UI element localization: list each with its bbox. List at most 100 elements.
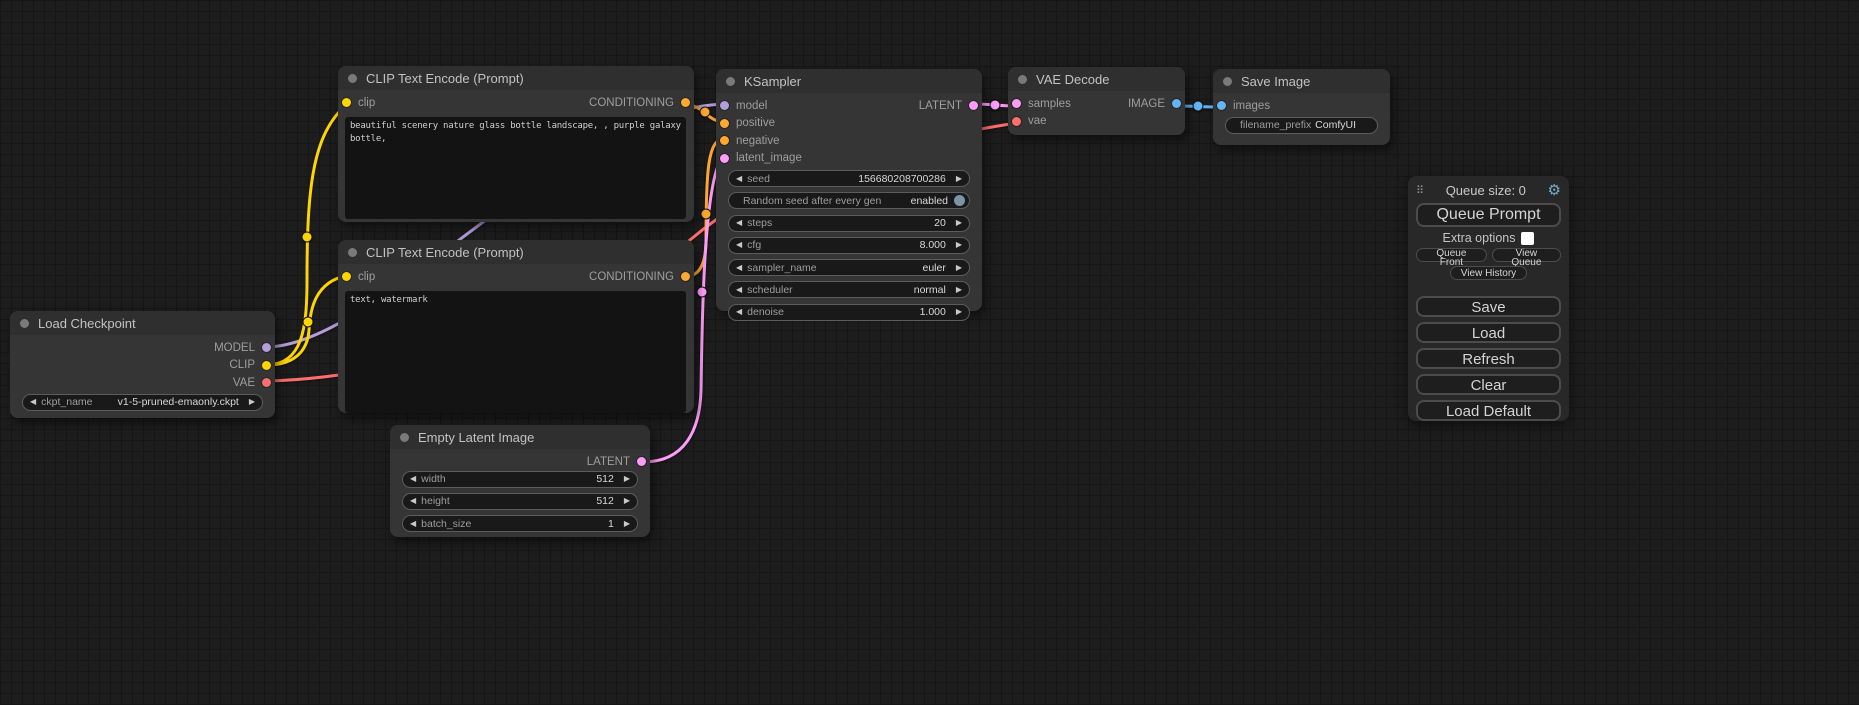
model-input-port[interactable] [720,101,729,110]
clip-input-port[interactable] [342,272,351,281]
steps-widget[interactable]: ◀ steps 20 ▶ [728,215,970,232]
collapse-dot-icon[interactable] [726,77,735,86]
latent-image-input-port[interactable] [720,154,729,163]
node-titlebar[interactable]: CLIP Text Encode (Prompt) [338,66,694,90]
decrement-icon[interactable]: ◀ [410,520,416,528]
node-title: Load Checkpoint [38,316,136,331]
widget-label: ckpt_name [41,396,92,408]
vae-output-port[interactable] [262,378,271,387]
widget-label: steps [747,217,772,229]
increment-icon[interactable]: ▶ [249,398,255,406]
increment-icon[interactable]: ▶ [956,264,962,272]
collapse-dot-icon[interactable] [400,433,409,442]
queue-panel: ⠿ Queue size: 0 ⚙ Queue Prompt Extra opt… [1408,176,1569,421]
node-title: Empty Latent Image [418,430,534,445]
collapse-dot-icon[interactable] [348,248,357,257]
latent-output-port[interactable] [637,457,646,466]
node-titlebar[interactable]: Load Checkpoint [10,311,275,335]
latent-output-port[interactable] [969,101,978,110]
image-output-port[interactable] [1172,99,1181,108]
decrement-icon[interactable]: ◀ [736,308,742,316]
node-clip-text-encode-negative[interactable]: CLIP Text Encode (Prompt) clip CONDITION… [338,240,694,413]
queue-front-button[interactable]: Queue Front [1416,248,1487,262]
collapse-dot-icon[interactable] [1223,77,1232,86]
decrement-icon[interactable]: ◀ [736,286,742,294]
positive-input-port[interactable] [720,119,729,128]
clip-input-port[interactable] [342,98,351,107]
ckpt-name-widget[interactable]: ◀ ckpt_name v1-5-pruned-emaonly.ckpt ▶ [22,394,263,411]
increment-icon[interactable]: ▶ [624,520,630,528]
widget-label: seed [747,173,770,185]
decrement-icon[interactable]: ◀ [736,241,742,249]
vae-input-port[interactable] [1012,117,1021,126]
widget-value: 1.000 [920,306,946,318]
samples-input-port[interactable] [1012,99,1021,108]
node-titlebar[interactable]: VAE Decode [1008,67,1185,91]
collapse-dot-icon[interactable] [1018,75,1027,84]
collapse-dot-icon[interactable] [20,319,29,328]
node-graph-canvas[interactable]: Load Checkpoint MODEL CLIP VAE ◀ ckpt_na… [0,0,1859,705]
node-titlebar[interactable]: KSampler [716,69,982,93]
load-default-button[interactable]: Load Default [1416,400,1561,421]
view-history-button[interactable]: View History [1450,266,1527,280]
random-seed-widget[interactable]: Random seed after every gen enabled [728,192,970,209]
cfg-widget[interactable]: ◀ cfg 8.000 ▶ [728,237,970,254]
decrement-icon[interactable]: ◀ [410,475,416,483]
view-queue-button[interactable]: View Queue [1492,248,1561,262]
batch-size-widget[interactable]: ◀ batch_size 1 ▶ [402,515,638,532]
seed-widget[interactable]: ◀ seed 156680208700286 ▶ [728,170,970,187]
refresh-button[interactable]: Refresh [1416,348,1561,369]
node-ksampler[interactable]: KSampler model LATENT positive negative … [716,69,982,311]
node-titlebar[interactable]: Empty Latent Image [390,425,650,449]
decrement-icon[interactable]: ◀ [736,264,742,272]
decrement-icon[interactable]: ◀ [736,175,742,183]
decrement-icon[interactable]: ◀ [736,219,742,227]
input-label: vae [1028,115,1047,127]
node-save-image[interactable]: Save Image images filename_prefix ComfyU… [1213,69,1390,145]
model-output-port[interactable] [262,343,271,352]
increment-icon[interactable]: ▶ [956,175,962,183]
node-vae-decode[interactable]: VAE Decode samples IMAGE vae [1008,67,1185,135]
height-widget[interactable]: ◀ height 512 ▶ [402,493,638,510]
clear-button[interactable]: Clear [1416,374,1561,395]
input-label: images [1233,100,1270,112]
filename-prefix-widget[interactable]: filename_prefix ComfyUI [1225,117,1378,134]
input-label: clip [358,271,375,283]
conditioning-output-port[interactable] [681,98,690,107]
increment-icon[interactable]: ▶ [956,241,962,249]
node-load-checkpoint[interactable]: Load Checkpoint MODEL CLIP VAE ◀ ckpt_na… [10,311,275,418]
decrement-icon[interactable]: ◀ [410,497,416,505]
save-button[interactable]: Save [1416,296,1561,317]
node-titlebar[interactable]: CLIP Text Encode (Prompt) [338,240,694,264]
negative-input-port[interactable] [720,136,729,145]
clip-output-port[interactable] [262,361,271,370]
increment-icon[interactable]: ▶ [956,219,962,227]
settings-gear-icon[interactable]: ⚙ [1548,183,1561,198]
widget-label: batch_size [421,518,471,530]
drag-handle-icon[interactable]: ⠿ [1416,184,1424,197]
increment-icon[interactable]: ▶ [624,475,630,483]
increment-icon[interactable]: ▶ [624,497,630,505]
node-empty-latent-image[interactable]: Empty Latent Image LATENT ◀ width 512 ▶ … [390,425,650,537]
widget-value: 156680208700286 [858,173,946,185]
denoise-widget[interactable]: ◀ denoise 1.000 ▶ [728,304,970,321]
queue-prompt-button[interactable]: Queue Prompt [1416,203,1561,227]
node-titlebar[interactable]: Save Image [1213,69,1390,93]
width-widget[interactable]: ◀ width 512 ▶ [402,471,638,488]
extra-options-checkbox[interactable] [1521,232,1534,245]
images-input-port[interactable] [1217,101,1226,110]
port-row: samples IMAGE [1008,95,1185,113]
increment-icon[interactable]: ▶ [956,286,962,294]
node-clip-text-encode-positive[interactable]: CLIP Text Encode (Prompt) clip CONDITION… [338,66,694,222]
conditioning-output-port[interactable] [681,272,690,281]
widget-value: 20 [934,217,946,229]
collapse-dot-icon[interactable] [348,74,357,83]
toggle-icon[interactable] [954,195,965,206]
load-button[interactable]: Load [1416,322,1561,343]
decrement-icon[interactable]: ◀ [30,398,36,406]
scheduler-widget[interactable]: ◀ scheduler normal ▶ [728,281,970,298]
sampler-name-widget[interactable]: ◀ sampler_name euler ▶ [728,259,970,276]
prompt-textarea[interactable]: beautiful scenery nature glass bottle la… [345,117,686,219]
increment-icon[interactable]: ▶ [956,308,962,316]
prompt-textarea[interactable]: text, watermark [345,291,686,413]
